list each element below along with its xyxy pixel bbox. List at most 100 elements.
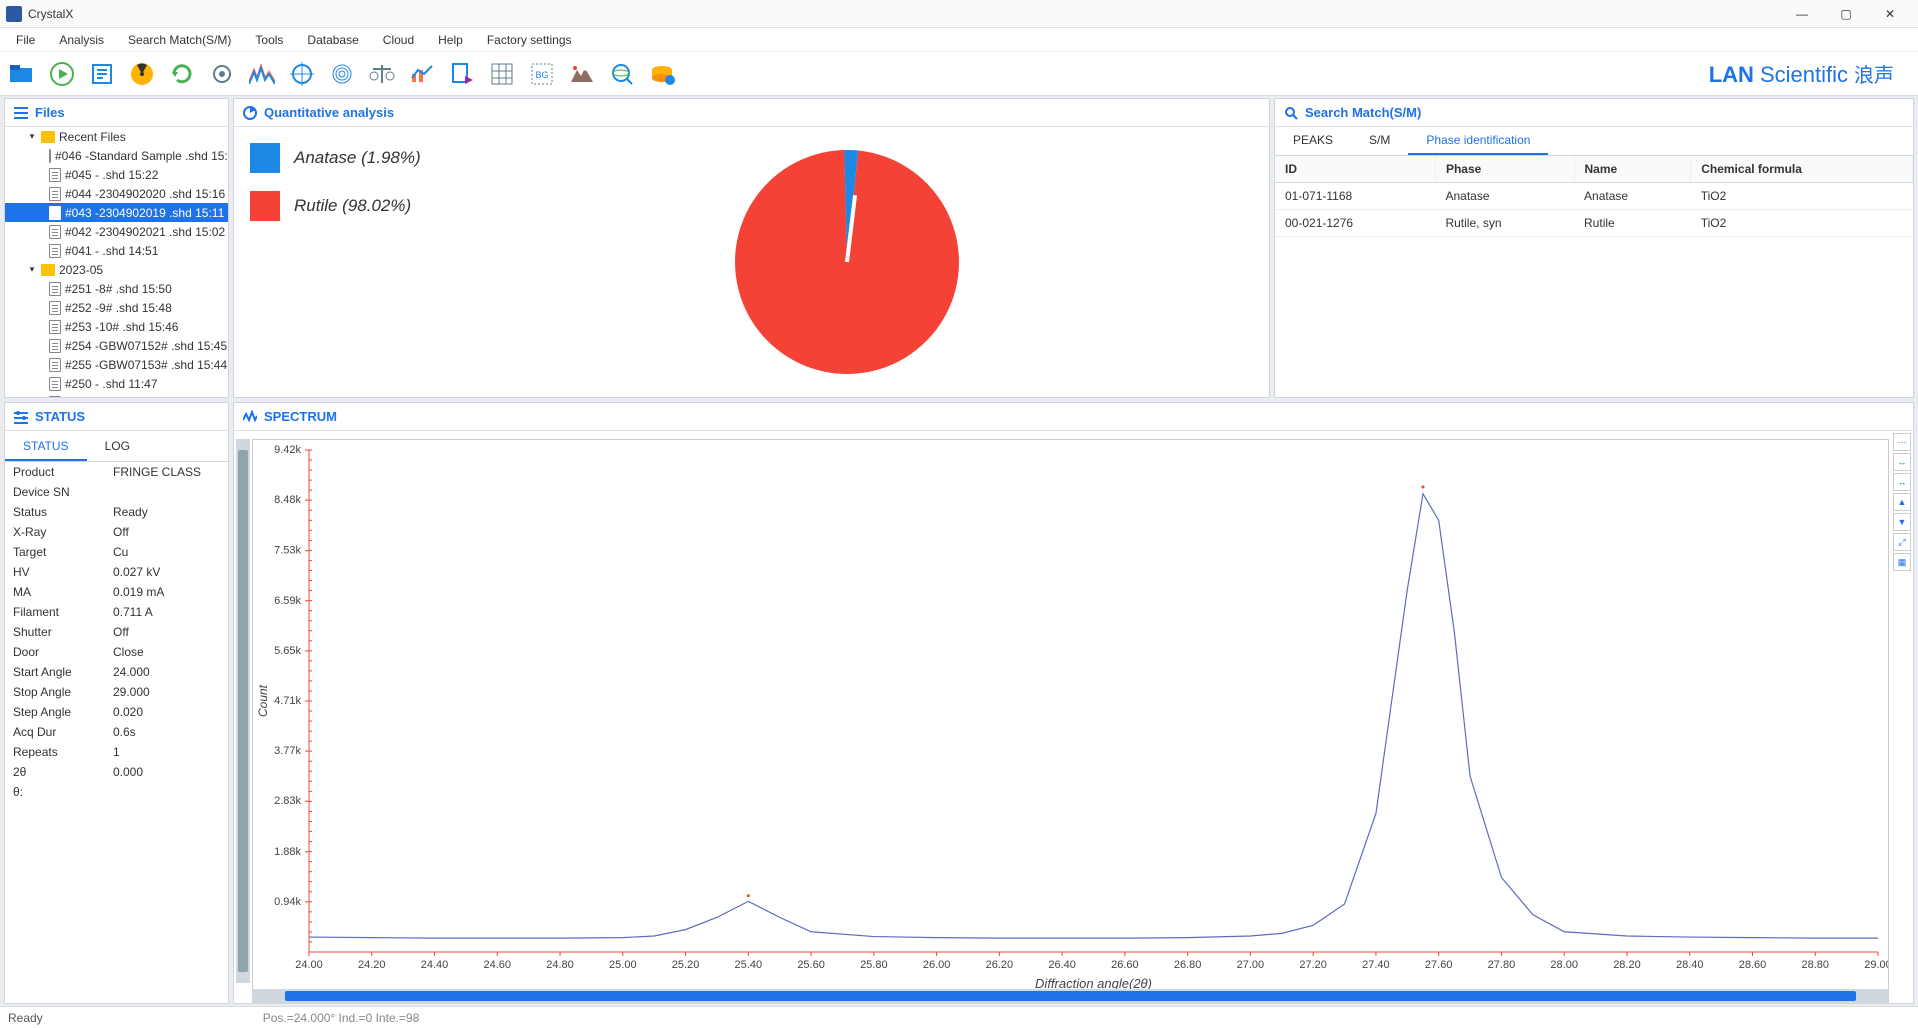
files-panel-title: Files [35,105,65,120]
titlebar: CrystalX — ▢ ✕ [0,0,1918,28]
tab-peaks[interactable]: PEAKS [1275,127,1351,155]
file-row[interactable]: #252 -9# .shd 15:48 [5,298,228,317]
grid-edit-icon[interactable] [484,56,520,92]
svg-text:27.20: 27.20 [1299,959,1327,971]
table-row[interactable]: 01-071-1168AnataseAnataseTiO2 [1275,183,1913,210]
menu-tools[interactable]: Tools [243,30,295,50]
file-tree[interactable]: ▾Recent Files#046 -Standard Sample .shd … [5,127,228,397]
svg-text:25.20: 25.20 [672,959,700,971]
down-tri-icon[interactable]: ▼ [1893,513,1911,531]
menu-analysis[interactable]: Analysis [47,30,116,50]
menu-file[interactable]: File [4,30,47,50]
file-row[interactable]: #251 -8# .shd 15:50 [5,279,228,298]
spectrum-vscroll[interactable] [236,439,250,983]
file-row[interactable]: #043 -2304902019 .shd 15:11 [5,203,228,222]
file-icon [49,168,61,182]
maximize-button[interactable]: ▢ [1824,0,1868,28]
table-header[interactable]: Phase [1435,156,1574,183]
radiation-icon[interactable] [124,56,160,92]
status-row: ProductFRINGE CLASS [5,462,228,482]
svg-text:7.53k: 7.53k [274,545,301,557]
spectrum-body: 0.94k1.88k2.83k3.77k4.71k5.65k6.59k7.53k… [234,431,1913,1003]
gear-icon[interactable] [204,56,240,92]
table-header[interactable]: Chemical formula [1691,156,1913,183]
brand-cn: 浪声 [1854,59,1894,88]
pie-chart-wrap [441,137,1253,387]
legend-item: Anatase (1.98%) [250,143,421,173]
table-header[interactable]: Name [1574,156,1691,183]
status-panel-header: STATUS [5,403,228,431]
file-row[interactable]: #045 - .shd 15:22 [5,165,228,184]
file-row[interactable]: #254 -GBW07152# .shd 15:45 [5,336,228,355]
tab-status[interactable]: STATUS [5,433,87,461]
page-export-icon[interactable] [444,56,480,92]
file-row[interactable]: #046 -Standard Sample .shd 15:27 [5,146,228,165]
statusbar: Ready Pos.=24.000° Ind.=0 Inte.=98 [0,1006,1918,1028]
minimize-button[interactable]: — [1780,0,1824,28]
svg-text:26.80: 26.80 [1174,959,1202,971]
svg-text:25.60: 25.60 [797,959,825,971]
file-row[interactable]: #253 -10# .shd 15:46 [5,317,228,336]
menu-search-match-s-m-[interactable]: Search Match(S/M) [116,30,243,50]
file-icon [49,187,61,201]
file-row[interactable]: #250 - .shd 11:47 [5,374,228,393]
svg-text:27.60: 27.60 [1425,959,1453,971]
play-icon[interactable] [44,56,80,92]
folder-row[interactable]: ▾2023-05 [5,260,228,279]
folder-icon [41,131,55,143]
refresh-icon[interactable] [164,56,200,92]
file-row[interactable]: #044 -2304902020 .shd 15:16 [5,184,228,203]
table-icon[interactable]: ▦ [1893,553,1911,571]
svg-text:28.60: 28.60 [1739,959,1767,971]
folder-open-icon[interactable] [4,56,40,92]
tab-phase-identification[interactable]: Phase identification [1408,127,1548,155]
fingerprint-icon[interactable] [324,56,360,92]
spectrum-hscroll[interactable] [252,989,1889,1003]
bg-icon[interactable]: BG [524,56,560,92]
cloud-db-icon[interactable] [644,56,680,92]
menu-help[interactable]: Help [426,30,475,50]
file-row[interactable]: #249 - .shd 9:35 [5,393,228,397]
status-row: Stop Angle29.000 [5,682,228,702]
svg-text:2.83k: 2.83k [274,795,301,807]
status-row: TargetCu [5,542,228,562]
peaks-icon[interactable] [244,56,280,92]
h-arrows-icon[interactable]: ↔ [1893,453,1911,471]
sliders-icon [13,409,29,425]
file-row[interactable]: #255 -GBW07153# .shd 15:44 [5,355,228,374]
menu-database[interactable]: Database [295,30,370,50]
tab-log[interactable]: LOG [87,433,148,461]
table-row[interactable]: 00-021-1276Rutile, synRutileTiO2 [1275,210,1913,237]
svg-text:25.80: 25.80 [860,959,888,971]
close-button[interactable]: ✕ [1868,0,1912,28]
status-row: HV0.027 kV [5,562,228,582]
fit-icon[interactable]: ⤢ [1893,533,1911,551]
table-header[interactable]: ID [1275,156,1435,183]
svg-text:4.71k: 4.71k [274,695,301,707]
search-panel-title: Search Match(S/M) [1305,105,1421,120]
quant-panel-title: Quantitative analysis [264,105,394,120]
report-icon[interactable] [84,56,120,92]
dots-icon[interactable]: ⋯ [1893,433,1911,451]
globe-search-icon[interactable] [604,56,640,92]
tab-s-m[interactable]: S/M [1351,127,1408,155]
svg-text:6.59k: 6.59k [274,595,301,607]
menubar: FileAnalysisSearch Match(S/M)ToolsDataba… [0,28,1918,52]
svg-text:28.00: 28.00 [1550,959,1578,971]
menu-cloud[interactable]: Cloud [371,30,426,50]
files-panel: Files ▾Recent Files#046 -Standard Sample… [4,98,229,398]
file-row[interactable]: #041 - .shd 14:51 [5,241,228,260]
h-arrows-icon[interactable]: ↔ [1893,473,1911,491]
up-tri-icon[interactable]: ▲ [1893,493,1911,511]
status-row: Repeats1 [5,742,228,762]
chart-mix-icon[interactable] [404,56,440,92]
search-panel-header: Search Match(S/M) [1275,99,1913,127]
spectrum-chart[interactable]: 0.94k1.88k2.83k3.77k4.71k5.65k6.59k7.53k… [253,440,1888,994]
mountain-icon[interactable] [564,56,600,92]
scale-icon[interactable] [364,56,400,92]
file-row[interactable]: #042 -2304902021 .shd 15:02 [5,222,228,241]
folder-row[interactable]: ▾Recent Files [5,127,228,146]
status-row: Acq Dur0.6s [5,722,228,742]
target-icon[interactable] [284,56,320,92]
menu-factory-settings[interactable]: Factory settings [475,30,584,50]
